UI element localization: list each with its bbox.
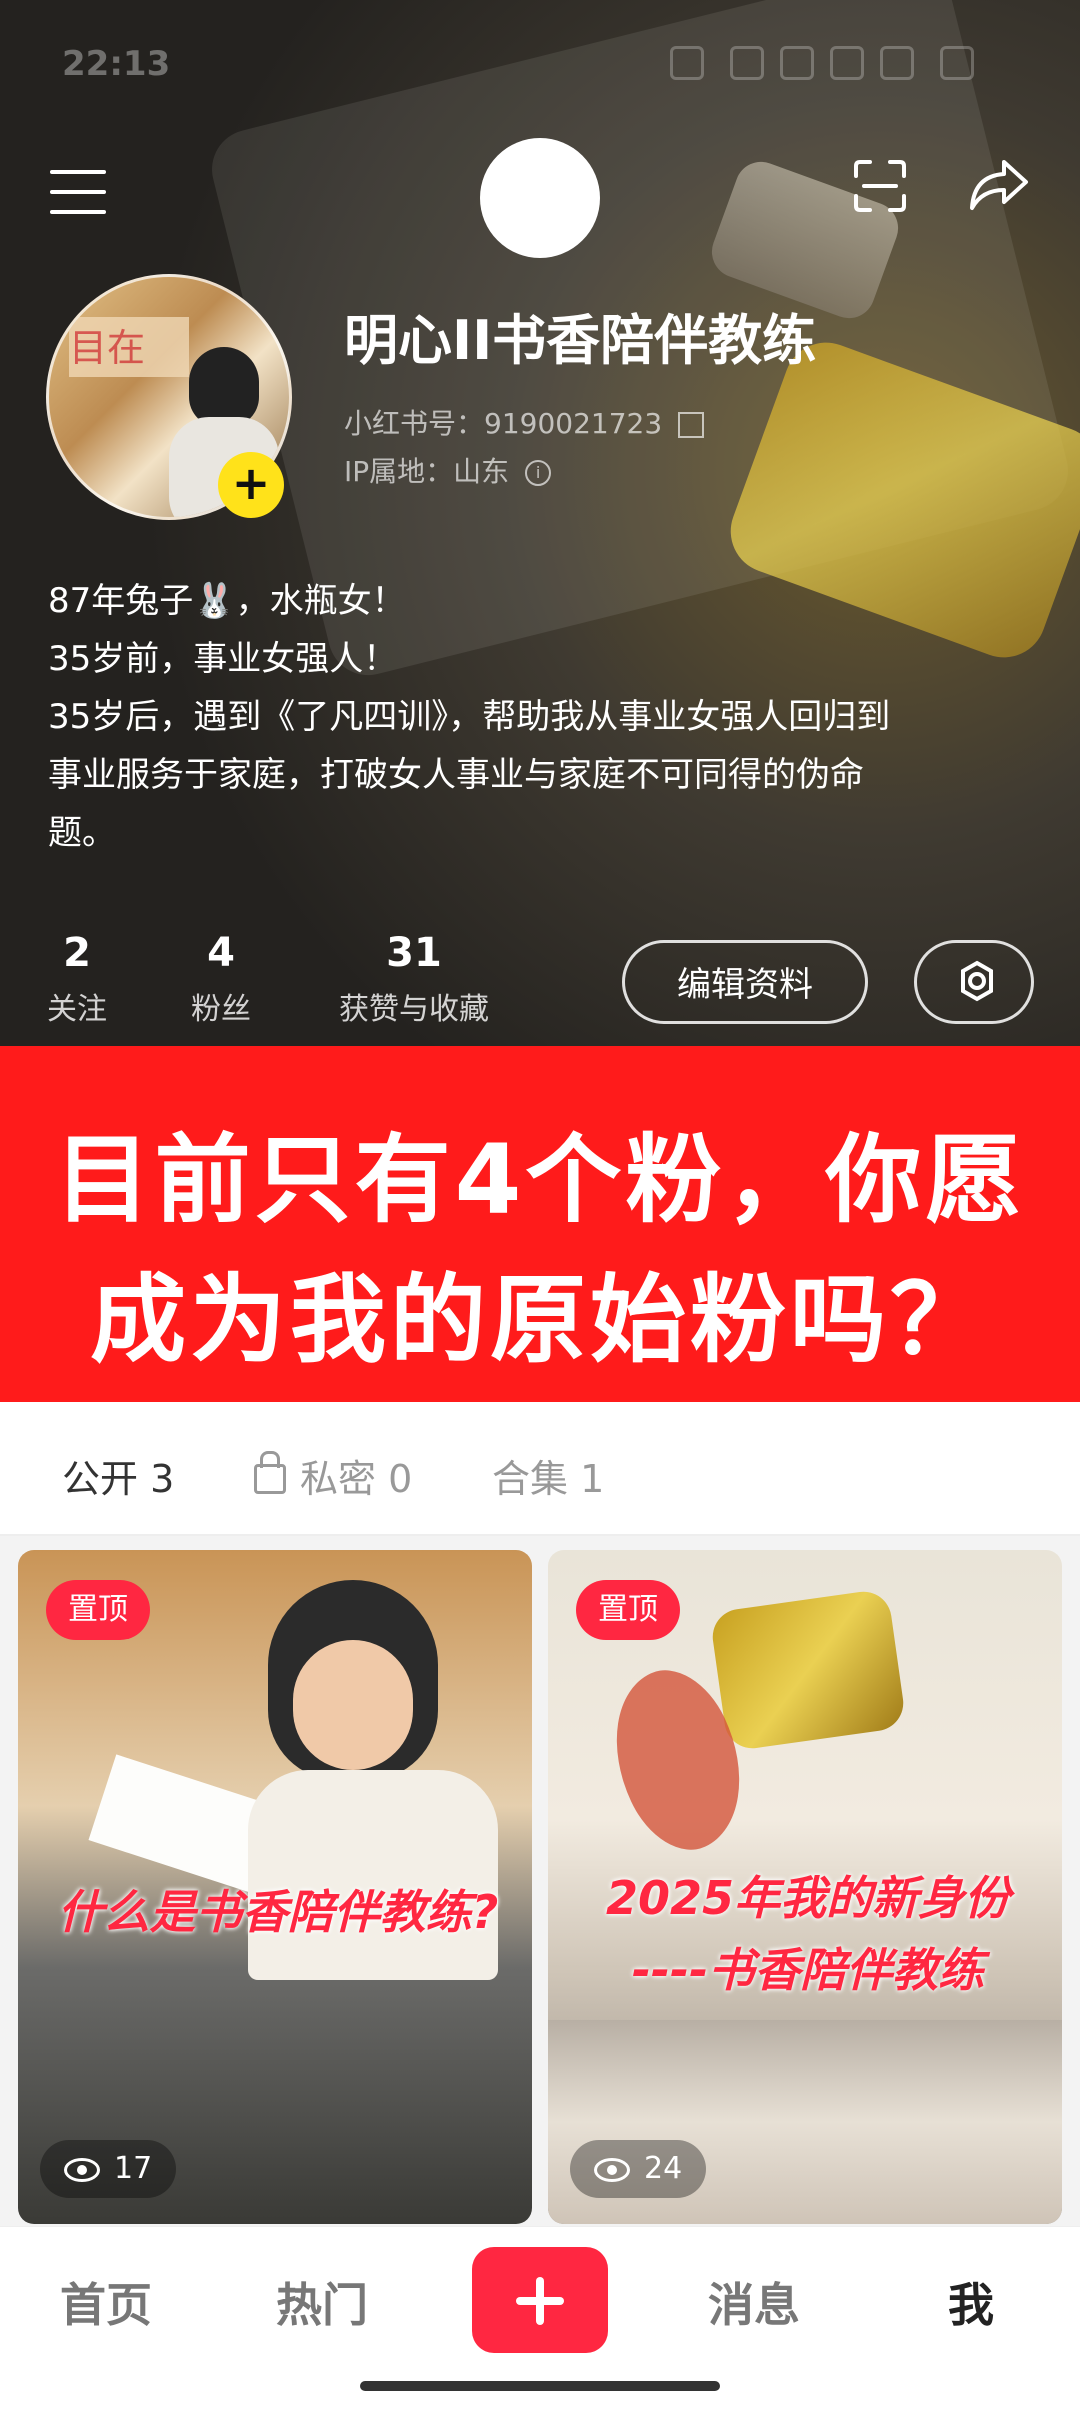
tab-private-label: 私密 0: [300, 1457, 413, 1501]
stat-following-num: 2: [63, 930, 91, 976]
stat-followers-label: 粉丝: [191, 992, 251, 1027]
settings-button[interactable]: [914, 940, 1034, 1024]
share-icon[interactable]: [966, 156, 1030, 212]
add-avatar-badge[interactable]: +: [218, 452, 284, 518]
qr-code-icon[interactable]: [678, 412, 705, 438]
profile-header: 22:13 目在 + 明心II书香陪伴教练 小红书号：9190021723 IP…: [0, 0, 1080, 1046]
bottom-nav: 首页 热门 消息 我: [0, 2226, 1080, 2413]
status-time: 22:13: [62, 44, 171, 84]
signal-icon: [880, 46, 914, 80]
eye-icon: [594, 2157, 630, 2182]
bluetooth-icon: [730, 46, 764, 80]
status-bar: 22:13: [0, 0, 1080, 120]
stat-following[interactable]: 2 关注: [2, 930, 152, 1028]
card-image-sweater: [248, 1770, 498, 1980]
note-card[interactable]: 置顶 什么是书香陪伴教练? 17: [18, 1550, 532, 2224]
battery-icon: [940, 46, 974, 80]
info-icon[interactable]: i: [525, 460, 552, 486]
wifi-icon: [830, 46, 864, 80]
stat-likes-label: 获赞与收藏: [339, 992, 489, 1027]
tab-public[interactable]: 公开 3: [62, 1448, 174, 1503]
bio-line: 35岁后，遇到《了凡四训》，帮助我从事业女强人回归到: [48, 697, 891, 737]
menu-icon[interactable]: [50, 170, 106, 214]
profile-id: 小红书号：9190021723: [344, 402, 705, 442]
view-count-text: 24: [644, 2151, 683, 2186]
banner-line-1: 目前只有4个粉，你愿: [54, 1124, 1026, 1236]
add-post-button[interactable]: [472, 2247, 608, 2353]
content-tabs: 公开 3 私密 0 合集 1: [0, 1404, 1080, 1536]
note-card[interactable]: 置顶 2025年我的新身份 ----书香陪伴教练 24: [548, 1550, 1062, 2224]
nav-home[interactable]: 首页: [60, 2269, 152, 2335]
bio-line: 35岁前，事业女强人！: [48, 639, 398, 679]
mute-icon: [670, 46, 704, 80]
tab-private[interactable]: 私密 0: [254, 1448, 412, 1503]
home-indicator: [360, 2381, 720, 2391]
bio-line: 题。: [48, 813, 116, 853]
promo-banner: 目前只有4个粉，你愿 成为我的原始粉吗？: [0, 1046, 1080, 1402]
view-count: 17: [40, 2140, 177, 2198]
tab-collection[interactable]: 合集 1: [492, 1448, 604, 1503]
card-overlay-text: 2025年我的新身份: [605, 1871, 1011, 1925]
stat-likes-num: 31: [386, 930, 442, 976]
profile-id-text: 小红书号：9190021723: [344, 407, 663, 440]
location-icon: [780, 46, 814, 80]
card-overlay-text: 什么是书香陪伴教练?: [57, 1885, 499, 1939]
view-count: 24: [570, 2140, 707, 2198]
scan-icon[interactable]: [850, 156, 910, 216]
bio-line: 事业服务于家庭，打破女人事业与家庭不可同得的伪命: [48, 755, 864, 795]
profile-ip-text: IP属地：山东: [344, 455, 510, 488]
stat-likes[interactable]: 31 获赞与收藏: [314, 930, 514, 1028]
card-image-bottle: [709, 1588, 907, 1752]
nav-hot[interactable]: 热门: [276, 2269, 368, 2335]
avatar-person-head: [189, 347, 259, 427]
avatar-sign: 目在: [69, 317, 189, 377]
gear-icon: [961, 960, 993, 1002]
profile-name: 明心II书香陪伴教练: [344, 309, 817, 372]
pinned-badge: 置顶: [46, 1580, 150, 1640]
stat-followers[interactable]: 4 粉丝: [146, 930, 296, 1028]
lock-icon: [254, 1451, 286, 1494]
nav-messages[interactable]: 消息: [708, 2269, 800, 2335]
profile-bio: 87年兔子🐰，水瓶女！ 35岁前，事业女强人！ 35岁后，遇到《了凡四训》，帮助…: [48, 572, 1038, 862]
banner-line-2: 成为我的原始粉吗？: [90, 1264, 990, 1376]
pinned-badge: 置顶: [576, 1580, 680, 1640]
stat-following-label: 关注: [47, 992, 107, 1027]
edit-profile-button[interactable]: 编辑资料: [622, 940, 868, 1024]
nav-me[interactable]: 我: [948, 2269, 994, 2335]
top-center-circle[interactable]: [480, 138, 600, 258]
card-image-face: [293, 1640, 413, 1770]
profile-ip: IP属地：山东 i: [344, 450, 552, 490]
view-count-text: 17: [114, 2151, 153, 2186]
card-overlay-text: ----书香陪伴教练: [631, 1943, 985, 1997]
bio-line: 87年兔子🐰，水瓶女！: [48, 581, 406, 621]
stat-followers-num: 4: [207, 930, 235, 976]
eye-icon: [64, 2157, 100, 2182]
